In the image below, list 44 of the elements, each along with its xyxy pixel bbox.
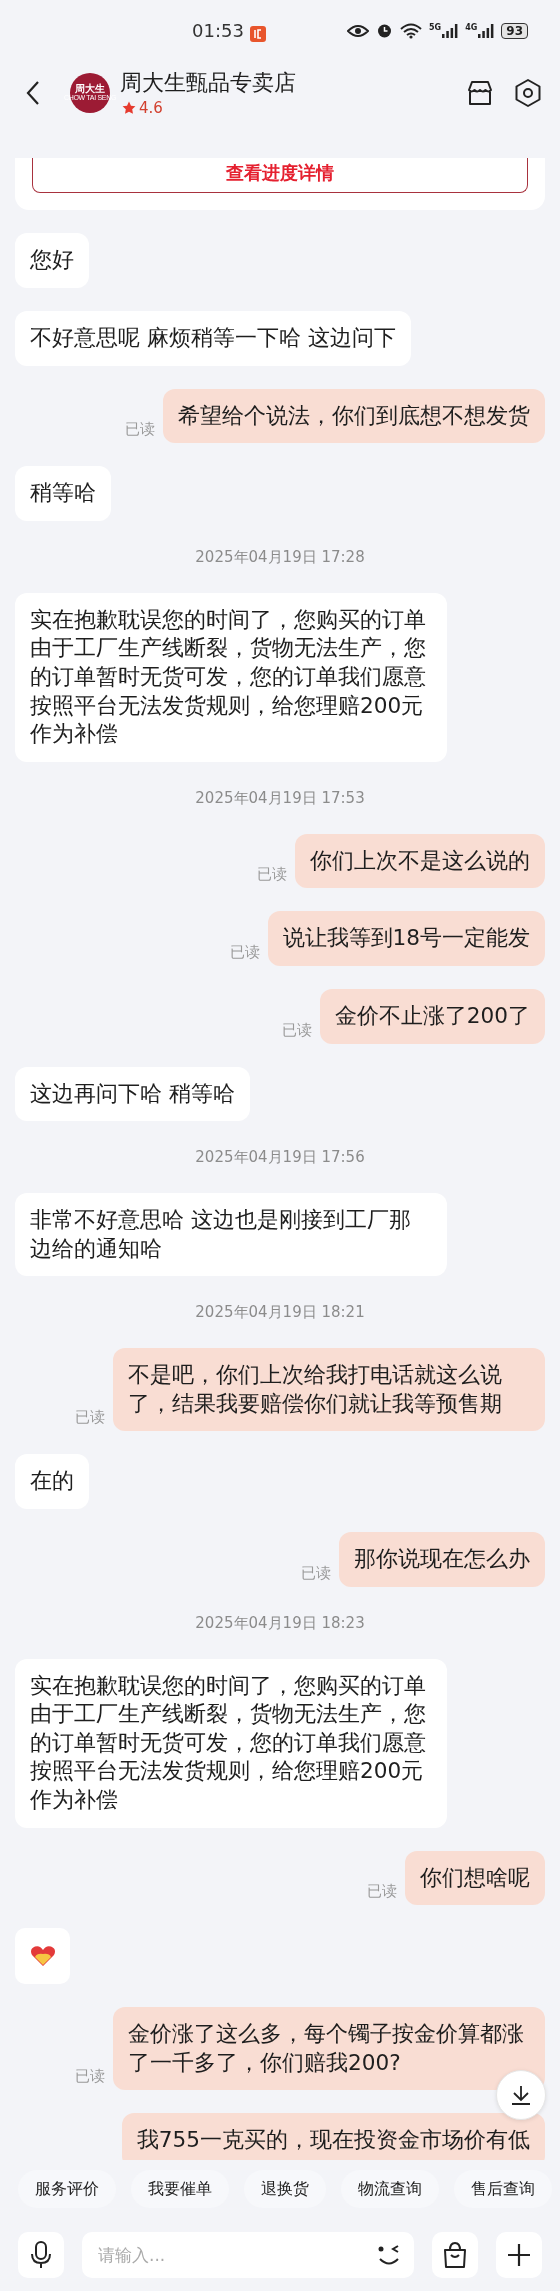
message-bubble: 不好意思呢 麻烦稍等一下哈 这边问下: [15, 310, 411, 366]
message-bubble: 说让我等到18号一定能发: [267, 911, 545, 966]
read-status: 已读: [367, 1882, 397, 1903]
network-label: 4G: [465, 23, 478, 32]
message-timestamp: 2025年04月19日 17:53: [194, 787, 366, 809]
message-bubble: 非常不好意思哈 这边也是刚接到工厂那边给的通知哈: [15, 1193, 447, 1277]
read-status: 已读: [75, 1408, 105, 1429]
message-bubble: 稍等哈: [15, 466, 111, 521]
quick-reply-chip[interactable]: 退换货: [244, 2170, 326, 2208]
read-status: 已读: [125, 420, 155, 441]
message-bubble: 实在抱歉耽误您的时间了，您购买的订单由于工厂生产线断裂，货物无法生产，您的订单暂时无货可发，您的订单我们愿意按照平台无法发货规则，给您理赔200元作为补偿: [15, 592, 447, 762]
quick-reply-chip[interactable]: 我要催单: [131, 2170, 229, 2208]
read-status: 已读: [281, 1020, 312, 1041]
message-bubble: 我755一克买的，现在投资金市场价有低: [121, 2113, 545, 2160]
avatar-logo-text: 周大生: [75, 83, 105, 95]
message-bubble: 希望给个说法，你们到底想不想发货: [163, 388, 545, 444]
progress-details-button[interactable]: 查看进度详情: [32, 158, 528, 194]
message-timestamp: 2025年04月19日 17:56: [194, 1147, 366, 1169]
message-bubble: 不是吧，你们上次给我打电话就这么说了，结果我要赔偿你们就让我等预售期: [113, 1348, 545, 1432]
status-time: 01:53: [192, 20, 244, 41]
read-status: 已读: [257, 865, 287, 886]
message-bubble: 实在抱歉耽误您的时间了，您购买的订单由于工厂生产线断裂，货物无法生产，您的订单暂时无货可发，您的订单我们愿意按照平台无法发货规则，给您理赔200元作为补偿: [15, 1658, 447, 1828]
quick-reply-chip[interactable]: 物流查询: [341, 2170, 439, 2208]
message-bubble: 那你说现在怎么办: [339, 1532, 545, 1587]
read-status: 已读: [229, 942, 260, 963]
battery-level: 93: [501, 22, 528, 39]
read-status: 已读: [301, 1563, 331, 1584]
quick-reply-chip[interactable]: 售后查询: [454, 2170, 552, 2208]
message-bubble: 您好: [15, 233, 89, 288]
message-bubble: 你们上次不是这么说的: [295, 833, 545, 889]
message-timestamp: 2025年04月19日 18:21: [194, 1302, 366, 1324]
message-input[interactable]: 请输入...: [82, 2231, 414, 2278]
shop-rating: 4.6: [139, 98, 163, 117]
message-bubble: 金价涨了这么多，每个镯子按金价算都涨了一千多了，你们赔我200?: [113, 2007, 545, 2091]
shop-name: 周大生甄品专卖店: [120, 70, 297, 97]
network-label: 5G: [429, 23, 442, 32]
message-bubble: 这边再问下哈 稍等哈: [15, 1066, 250, 1122]
message-bubble: 金价不止涨了200了: [319, 988, 545, 1044]
message-bubble: 在的: [15, 1454, 89, 1510]
read-status: 已读: [75, 2067, 105, 2088]
message-bubble: 你们想啥呢: [405, 1850, 545, 1906]
message-timestamp: 2025年04月19日 18:23: [194, 1612, 366, 1634]
quick-reply-chip[interactable]: 服务评价: [18, 2170, 116, 2208]
message-timestamp: 2025年04月19日 17:28: [194, 546, 366, 568]
